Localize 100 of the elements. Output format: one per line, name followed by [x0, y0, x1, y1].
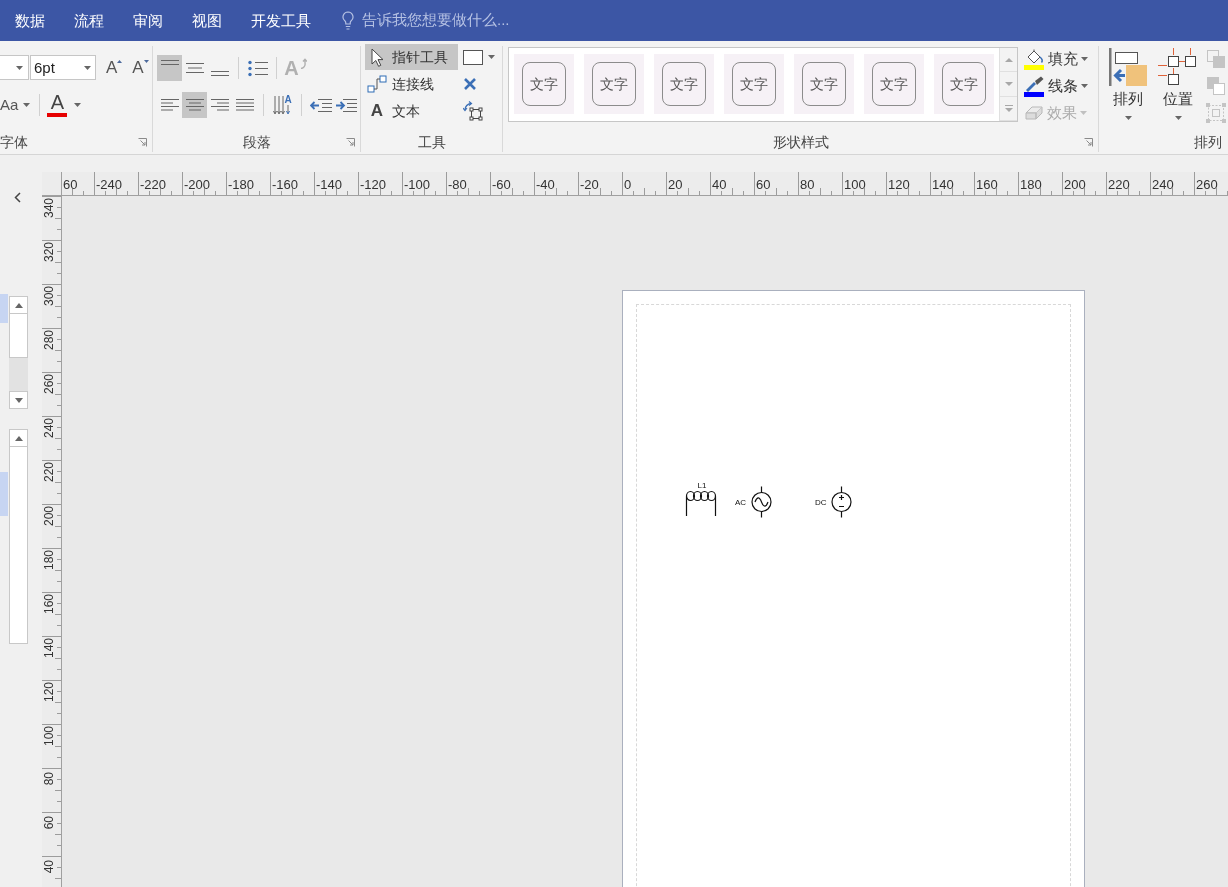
grouped-squares-icon [1206, 103, 1226, 123]
ruler-label: 180 [1020, 177, 1042, 192]
fill-button[interactable]: 填充 [1022, 47, 1090, 71]
line-button[interactable]: 线条 [1022, 74, 1090, 98]
caret-icon [1080, 111, 1087, 115]
triangle-up-icon [14, 435, 23, 441]
position-button[interactable]: 位置 [1155, 48, 1201, 128]
dialog-launcher-icon[interactable] [138, 137, 147, 147]
font-size-field[interactable]: 6pt [30, 55, 96, 80]
ruler-label: 20 [668, 177, 683, 192]
collapse-chevron-icon[interactable] [14, 192, 21, 203]
ruler-label: 100 [844, 177, 866, 192]
menu-tab[interactable]: 数据 [15, 10, 45, 31]
paint-bucket-icon [1024, 48, 1045, 70]
ruler-label: -160 [272, 177, 299, 192]
pointer-tool-button[interactable]: 指针工具 [365, 44, 458, 70]
scrollbar-thumb[interactable] [9, 314, 28, 358]
ruler-label: 320 [43, 242, 55, 263]
scroll-down-button[interactable] [9, 391, 28, 409]
caret-icon [1174, 116, 1182, 120]
menu-tab[interactable]: 开发工具 [251, 10, 311, 31]
caret-icon [1124, 116, 1132, 120]
eraser-icon [1024, 105, 1044, 121]
menu-tab[interactable]: 视图 [192, 10, 222, 31]
ruler-label: -120 [360, 177, 387, 192]
style-preset-button[interactable]: 文字 [724, 54, 784, 114]
component-label: AC [735, 498, 747, 507]
font-name-field[interactable] [0, 55, 29, 80]
connected-squares-icon [1158, 48, 1198, 86]
text-direction-button[interactable]: A [270, 92, 295, 118]
shrink-font-button[interactable]: A [130, 55, 151, 80]
rectangle-icon [463, 49, 483, 65]
decrease-indent-icon [309, 97, 332, 113]
group-label: 字体 [0, 133, 28, 151]
dialog-launcher-icon[interactable] [1084, 137, 1093, 147]
triangle-down-icon [1004, 82, 1013, 86]
ruler-label: 240 [1152, 177, 1174, 192]
pointer-icon [370, 47, 384, 67]
align-top-button[interactable] [157, 55, 182, 81]
ruler-label: 140 [43, 638, 55, 659]
caret-icon [488, 55, 495, 59]
tell-me-field[interactable]: 告诉我您想要做什么... [362, 9, 622, 32]
scroll-up-button[interactable] [9, 429, 28, 447]
ruler-label: 160 [43, 594, 55, 615]
scrollbar-thumb[interactable] [9, 447, 28, 644]
curved-arrow-icon [298, 58, 307, 69]
increase-indent-icon [334, 97, 357, 113]
dialog-launcher-icon[interactable] [346, 137, 355, 147]
rotate-tool-button[interactable] [461, 98, 485, 124]
caret-icon [84, 66, 91, 70]
bullet-list-icon [247, 59, 268, 77]
ruler-label: 120 [888, 177, 910, 192]
style-preset-button[interactable]: 文字 [654, 54, 714, 114]
ruler-label: 220 [43, 462, 55, 483]
grow-font-button[interactable]: A [104, 55, 125, 80]
text-tool-button[interactable]: A 文本 [365, 98, 458, 124]
selected-item-highlight [0, 472, 8, 516]
group-label: 形状样式 [772, 133, 829, 151]
ruler-label: -40 [536, 177, 555, 192]
align-middle-icon [185, 63, 204, 73]
ruler-label: 60 [43, 815, 55, 829]
caret-icon [1081, 57, 1088, 61]
ruler-label: 40 [43, 859, 55, 873]
ruler-label: 0 [624, 177, 632, 192]
ruler-label: -60 [492, 177, 511, 192]
ruler-label: 220 [1108, 177, 1130, 192]
ruler-label: 40 [712, 177, 727, 192]
menu-tab[interactable]: 流程 [74, 10, 104, 31]
lightbulb-icon [342, 11, 354, 30]
cross-icon [463, 77, 477, 91]
scroll-up-button[interactable] [9, 296, 28, 314]
connector-tool-button[interactable]: 连接线 [365, 71, 458, 97]
arrange-button[interactable]: 排列 [1105, 48, 1151, 128]
ruler-label: 340 [43, 198, 55, 219]
change-case-button[interactable]: Aa [0, 92, 31, 117]
style-preset-button[interactable]: 文字 [934, 54, 994, 114]
ruler-label: -20 [580, 177, 599, 192]
rotate-square-icon [463, 101, 483, 121]
ruler-label: 300 [43, 286, 55, 307]
align-justify-icon [235, 99, 254, 111]
style-preset-button[interactable]: 文字 [514, 54, 574, 114]
align-center-button[interactable] [182, 92, 207, 118]
dc-source-symbol [831, 486, 852, 518]
triangle-up-icon [14, 302, 23, 308]
ruler-label: 160 [976, 177, 998, 192]
caret-icon [16, 65, 23, 70]
triangle-up-icon [1004, 57, 1013, 62]
ruler-label: 180 [43, 550, 55, 571]
triangle-down-icon [143, 60, 149, 63]
style-preset-button[interactable]: 文字 [794, 54, 854, 114]
style-preset-button[interactable]: 文字 [864, 54, 924, 114]
ruler-label: 60 [63, 177, 78, 192]
ruler-label: 240 [43, 418, 55, 439]
group-label: 段落 [242, 133, 271, 151]
style-preset-button[interactable]: 文字 [584, 54, 644, 114]
menu-tab[interactable]: 审阅 [133, 10, 163, 31]
align-center-icon [185, 99, 204, 111]
font-color-button[interactable]: A [45, 90, 84, 119]
component-label: DC [815, 498, 827, 507]
connector-icon [367, 75, 387, 93]
